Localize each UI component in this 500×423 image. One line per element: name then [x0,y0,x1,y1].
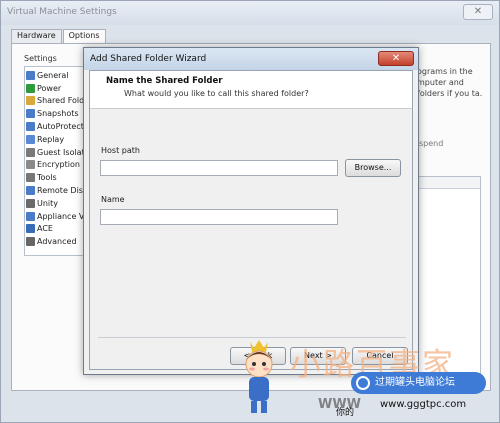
settings-item-label: Replay [37,134,65,144]
wizard-header: Name the Shared Folder What would you li… [90,71,412,109]
settings-heading: Settings [24,54,57,63]
settings-item[interactable]: Tools [26,171,90,184]
name-input[interactable] [100,209,338,225]
settings-item-label: Advanced [37,237,77,247]
right-description: ograms in the mputer and folders if you … [417,67,483,98]
vm-close-button[interactable]: ✕ [463,4,493,20]
settings-item[interactable]: Appliance View [26,210,90,223]
settings-item[interactable]: Replay [26,133,90,146]
advanced-icon [26,237,35,247]
settings-item[interactable]: Advanced [26,235,90,248]
settings-item-label: Unity [37,198,59,208]
wizard-title: Add Shared Folder Wizard [90,54,207,64]
unity-icon [26,198,35,208]
power-icon [26,83,35,93]
remote-display-icon [26,186,35,196]
snapshots-icon [26,109,35,119]
settings-list: General Power Shared FoldersSnapshots AutoP… [24,66,92,256]
wizard-header-subtitle: What would you like to call this shared … [124,89,309,98]
shared-folders-icon [26,96,35,106]
settings-item[interactable]: ACE [26,223,90,236]
table-header [418,177,480,189]
right-description-2: spend [419,139,444,148]
encryption-icon [26,160,35,170]
vm-tab-bar: Hardware Options [11,29,107,45]
settings-item[interactable]: General [26,69,90,82]
autoprotect-icon [26,122,35,132]
forum-badge: 过期罐头电脑论坛 [351,372,486,394]
settings-item[interactable]: Remote Display [26,184,90,197]
settings-group: Settings General Power Shared FoldersSnaps… [24,54,92,256]
settings-item-label: General [37,70,69,80]
add-shared-folder-wizard: Add Shared Folder Wizard ✕ Name the Shar… [83,47,419,375]
settings-item[interactable]: Guest Isolation [26,146,90,159]
name-label: Name [101,195,125,204]
settings-item[interactable]: Encryption [26,159,90,172]
browse-button[interactable]: Browse... [345,159,401,177]
url-watermark: www.gggtpc.com [380,399,467,410]
tools-icon [26,173,35,183]
settings-item-label: Power [37,83,62,93]
ace-icon [26,224,35,234]
forum-badge-text: 过期罐头电脑论坛 [375,377,455,388]
tab-hardware[interactable]: Hardware [11,29,62,44]
wizard-header-title: Name the Shared Folder [106,76,223,86]
wizard-titlebar: Add Shared Folder Wizard ✕ [84,48,418,70]
guest-isolation-icon [26,147,35,157]
left-watermark-text: 你的 [336,408,355,418]
settings-item-label: Tools [37,173,57,183]
settings-item[interactable]: Power [26,82,90,95]
host-path-label: Host path [101,146,140,155]
settings-item-label: AutoProtect [37,122,84,132]
general-icon [26,70,35,80]
mascot-watermark-icon [245,340,273,413]
settings-item-label: Encryption [37,160,80,170]
settings-item[interactable]: Shared Folders [26,95,90,108]
wizard-body: Name the Shared Folder What would you li… [89,70,413,370]
host-path-input[interactable] [100,160,338,176]
settings-item-label: ACE [37,224,53,234]
badge-circle-icon [356,376,370,390]
settings-item[interactable]: Snapshots [26,107,90,120]
settings-item-label: Snapshots [37,109,79,119]
vm-titlebar: Virtual Machine Settings ✕ [1,1,499,25]
wizard-close-button[interactable]: ✕ [378,51,414,66]
settings-item[interactable]: Unity [26,197,90,210]
vm-window-title: Virtual Machine Settings [7,7,117,17]
appliance-view-icon [26,211,35,221]
replay-icon [26,134,35,144]
settings-item[interactable]: AutoProtect [26,120,90,133]
